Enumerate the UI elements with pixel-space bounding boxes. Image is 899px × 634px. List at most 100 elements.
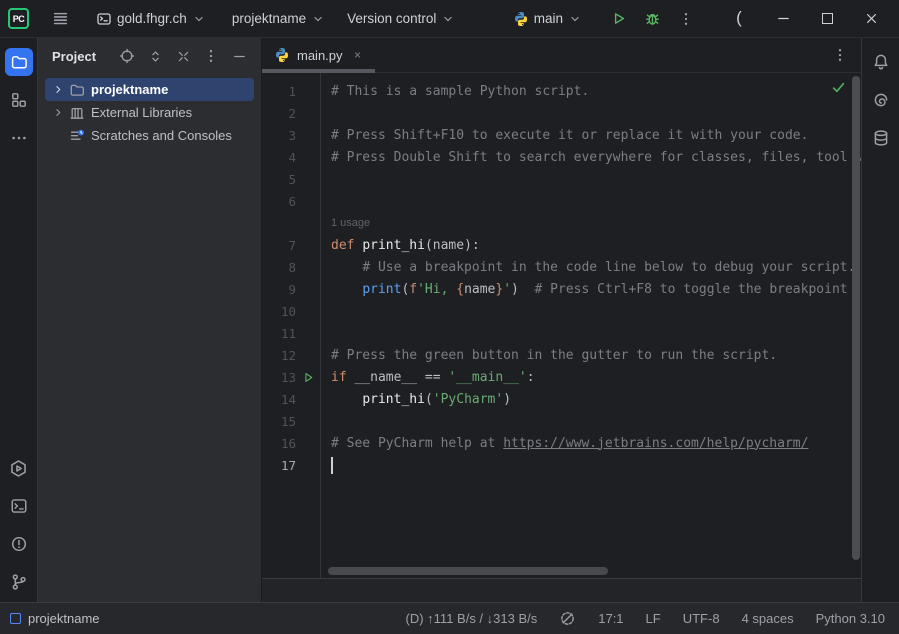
tree-item-external-libraries[interactable]: External Libraries	[45, 101, 254, 124]
minimize-button[interactable]	[761, 2, 805, 36]
code-line-15: 15	[262, 410, 861, 432]
kebab-menu-icon	[678, 11, 694, 27]
code-editor[interactable]: 1# This is a sample Python script.23# Pr…	[262, 72, 861, 578]
tab-main-py[interactable]: main.py ×	[262, 38, 376, 72]
tree-item-projektname[interactable]: projektname	[45, 78, 254, 101]
toolwindow-project-folder-button[interactable]	[5, 48, 33, 76]
python-interpreter[interactable]: Python 3.10	[816, 611, 885, 626]
project-widget[interactable]: projektname	[223, 4, 334, 34]
inspections-widget[interactable]	[559, 610, 576, 627]
line-number: 16	[262, 436, 296, 451]
chevron-down-icon	[568, 12, 582, 26]
toolwindow-services-button[interactable]	[5, 454, 33, 482]
toolwindow-terminal-button[interactable]	[5, 492, 33, 520]
status-project-widget[interactable]: projektname	[0, 611, 100, 626]
editor-gutter: 1	[262, 80, 320, 102]
code-line-text	[320, 457, 861, 474]
run-line-icon[interactable]	[296, 371, 320, 384]
vcs-widget[interactable]: Version control	[338, 4, 464, 34]
tab-close-icon[interactable]: ×	[350, 47, 366, 63]
collapse-icon	[176, 49, 191, 64]
text-caret	[331, 457, 333, 474]
vertical-scrollbar[interactable]	[852, 76, 860, 560]
editor-gutter: 13	[262, 366, 320, 388]
code-line-text: # Press Shift+F10 to execute it or repla…	[320, 128, 861, 143]
code-lines: 1# This is a sample Python script.23# Pr…	[262, 73, 861, 476]
hide-panel-button[interactable]	[227, 44, 251, 68]
code-line-5: 5	[262, 168, 861, 190]
tab-options-button[interactable]	[827, 42, 853, 68]
python-icon	[513, 11, 529, 27]
usages-inlay-hint[interactable]: 1 usage	[320, 217, 370, 229]
toolwindow-more-tool-windows-button[interactable]	[5, 124, 33, 152]
indent-style[interactable]: 4 spaces	[742, 611, 794, 626]
line-separator[interactable]: LF	[646, 611, 661, 626]
toolwindow-problems-button[interactable]	[5, 530, 33, 558]
select-opened-file-button[interactable]	[115, 44, 139, 68]
tree-folder-icon	[67, 82, 87, 98]
code-line-text: def print_hi(name):	[320, 238, 861, 253]
editor-gutter: 17	[262, 454, 320, 476]
code-line-13: 13if __name__ == '__main__':	[262, 366, 861, 388]
tree-item-scratches-and-consoles[interactable]: Scratches and Consoles	[45, 124, 254, 147]
horizontal-scrollbar[interactable]	[328, 567, 608, 575]
main-area: Project projektnameExternal LibrariesScr…	[0, 38, 899, 602]
ai-icon	[872, 91, 890, 109]
chevron-down-icon	[311, 12, 325, 26]
network-stats[interactable]: (D) ↑111 B/s / ↓313 B/s	[406, 611, 538, 626]
run-configuration-widget[interactable]: main	[504, 4, 591, 34]
line-number: 1	[262, 84, 296, 99]
left-stripe-bottom	[5, 444, 33, 596]
active-tab-underline	[262, 69, 375, 73]
chevron-down-icon	[441, 12, 455, 26]
code-line-16: 16# See PyCharm help at https://www.jetb…	[262, 432, 861, 454]
line-number: 4	[262, 150, 296, 165]
toolwindow-structure-button[interactable]	[5, 86, 33, 114]
panel-options-button[interactable]	[199, 44, 223, 68]
usages-inlay-row: 1 usage	[262, 212, 861, 234]
code-line-text: print(f'Hi, {name}') # Press Ctrl+F8 to …	[320, 282, 861, 297]
hamburger-icon	[52, 10, 69, 27]
toolwindow-version-control-button[interactable]	[5, 568, 33, 596]
line-number: 3	[262, 128, 296, 143]
right-stripe-top	[867, 38, 895, 152]
folder-icon	[10, 53, 28, 71]
expand-collapse-button[interactable]	[143, 44, 167, 68]
maximize-button[interactable]	[805, 2, 849, 36]
editor-gutter: 12	[262, 344, 320, 366]
problems-icon	[10, 535, 28, 553]
code-line-17: 17	[262, 454, 861, 476]
editor-gutter: 15	[262, 410, 320, 432]
window-theme-button[interactable]: (	[717, 2, 761, 36]
inspections-ok-icon[interactable]	[830, 79, 847, 96]
debug-button[interactable]	[635, 4, 669, 34]
line-number: 11	[262, 326, 296, 341]
titlebar-right: main (	[504, 0, 899, 37]
close-button[interactable]	[849, 2, 893, 36]
chevron-right-icon[interactable]	[49, 106, 67, 119]
chevron-right-icon[interactable]	[49, 83, 67, 96]
code-line-9: 9 print(f'Hi, {name}') # Press Ctrl+F8 t…	[262, 278, 861, 300]
remote-host-label: gold.fhgr.ch	[117, 11, 187, 26]
toolwindow-ai-assistant-button[interactable]	[867, 86, 895, 114]
titlebar: PC gold.fhgr.ch projektname Version cont…	[0, 0, 899, 38]
code-line-12: 12# Press the green button in the gutter…	[262, 344, 861, 366]
pycharm-window: PC gold.fhgr.ch projektname Version cont…	[0, 0, 899, 634]
line-number: 10	[262, 304, 296, 319]
toolwindow-database-button[interactable]	[867, 124, 895, 152]
more-icon	[10, 129, 28, 147]
gutter-separator	[320, 73, 321, 578]
toolwindow-notifications-button[interactable]	[867, 48, 895, 76]
remote-host-widget[interactable]: gold.fhgr.ch	[87, 4, 215, 34]
line-separator-label: LF	[646, 611, 661, 626]
caret-position[interactable]: 17:1	[598, 611, 623, 626]
line-number: 2	[262, 106, 296, 121]
run-button[interactable]	[601, 4, 635, 34]
file-encoding[interactable]: UTF-8	[683, 611, 720, 626]
more-actions-button[interactable]	[669, 4, 703, 34]
main-menu-button[interactable]	[43, 4, 77, 34]
collapse-all-button[interactable]	[171, 44, 195, 68]
project-module-icon	[10, 613, 21, 624]
editor-gutter: 3	[262, 124, 320, 146]
vcs-widget-label: Version control	[347, 11, 436, 26]
